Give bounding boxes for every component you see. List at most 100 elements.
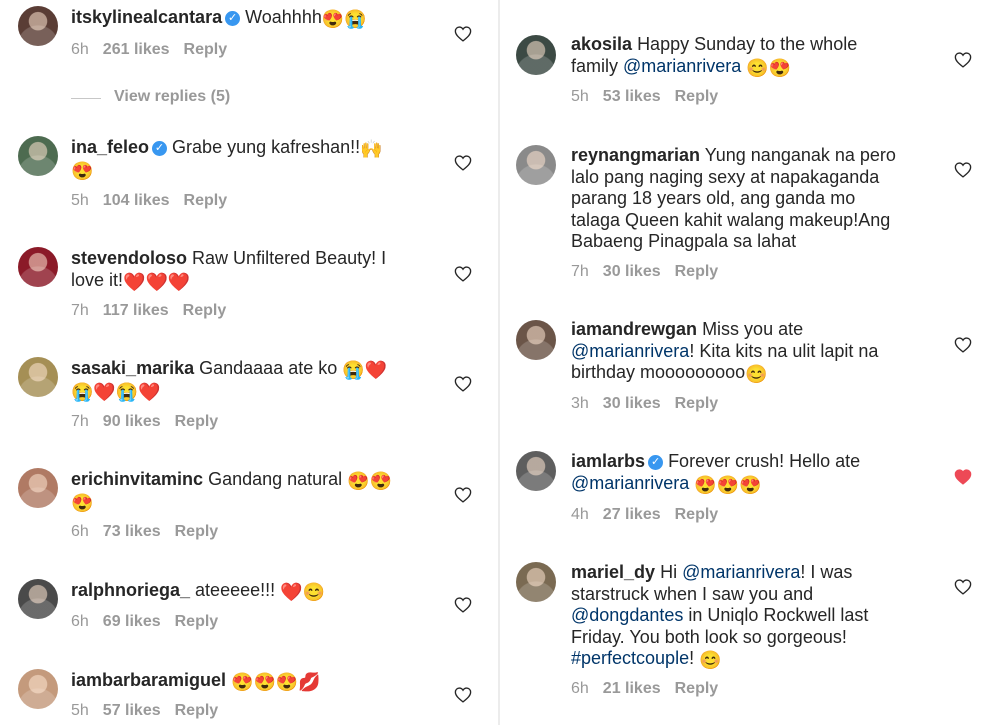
reply-button[interactable]: Reply [175,523,219,540]
heart-icon[interactable] [454,687,472,703]
username-link[interactable]: mariel_dy [571,562,655,582]
mention-link[interactable]: @marianrivera [682,562,800,582]
likes-count[interactable]: 30 likes [603,263,661,280]
comment-text: iamandrewgan Miss you ate @marianrivera! … [571,319,941,384]
heart-icon[interactable] [454,376,472,392]
comment-body: family [571,55,624,76]
reply-button[interactable]: Reply [675,680,719,697]
comment-text: erichinvitaminc Gandang natural 😍😍 😍 [71,469,441,512]
likes-count[interactable]: 57 likes [103,702,161,719]
emoji-icon: 😍 [694,474,717,495]
avatar[interactable] [18,468,58,508]
username-link[interactable]: reynangmarian [571,145,700,165]
mention-link[interactable]: @dongdantes [571,605,683,625]
likes-count[interactable]: 90 likes [103,413,161,430]
timestamp: 6h [71,41,89,58]
comment-meta: 6h 73 likes Reply [71,523,232,541]
comment-meta: 6h 69 likes Reply [71,613,232,631]
heart-icon[interactable] [954,162,972,178]
avatar[interactable] [18,579,58,619]
mention-link[interactable]: @marianrivera [571,473,689,493]
avatar[interactable] [516,145,556,185]
emoji-icon: 😍 [739,474,762,495]
reply-button[interactable]: Reply [184,192,228,209]
emoji-icon: 😍 [768,57,792,78]
emoji-icon: 😍 [253,672,276,692]
heart-icon[interactable] [454,266,472,282]
reply-button[interactable]: Reply [175,413,219,430]
avatar[interactable] [18,247,58,287]
comment-text: reynangmarian Yung nanganak na pero lalo … [571,145,941,253]
verified-badge-icon: ✓ [648,455,664,470]
reply-button[interactable]: Reply [175,613,219,630]
username-link[interactable]: stevendoloso [71,248,187,268]
timestamp: 6h [571,680,589,697]
reply-button[interactable]: Reply [175,702,219,719]
reply-button[interactable]: Reply [675,395,719,412]
reply-button[interactable]: Reply [675,506,719,523]
username-link[interactable]: akosila [571,34,632,54]
likes-count[interactable]: 73 likes [103,523,161,540]
emoji-icon: 😭 [71,381,94,402]
heart-icon[interactable] [954,52,972,68]
username-link[interactable]: ina_feleo [71,137,149,157]
reply-button[interactable]: Reply [184,41,228,58]
heart-icon[interactable] [454,26,472,42]
likes-count[interactable]: 261 likes [103,41,170,58]
mention-link[interactable]: @marianrivera [571,341,689,361]
emoji-icon: ❤️ [138,381,161,402]
likes-count[interactable]: 21 likes [603,680,661,697]
view-replies-button[interactable]: View replies (5) [114,88,230,106]
heart-icon[interactable] [954,337,972,353]
avatar[interactable] [516,35,556,75]
reply-button[interactable]: Reply [183,302,227,319]
heart-icon[interactable] [454,597,472,613]
username-link[interactable]: ralphnoriega_ [71,580,190,600]
username-link[interactable]: iamandrewgan [571,319,697,339]
reply-button[interactable]: Reply [675,88,719,105]
heart-icon[interactable] [954,469,972,485]
likes-count[interactable]: 27 likes [603,506,661,523]
avatar[interactable] [18,136,58,176]
likes-count[interactable]: 104 likes [103,192,170,209]
heart-icon[interactable] [954,579,972,595]
verified-badge-icon: ✓ [225,11,241,26]
timestamp: 7h [571,263,589,280]
avatar[interactable] [516,451,556,491]
comments-column-right: akosila Happy Sunday to the whole family … [500,0,1000,725]
username-link[interactable]: erichinvitaminc [71,469,203,489]
username-link[interactable]: sasaki_marika [71,358,194,378]
emoji-icon: 😊 [746,57,769,78]
heart-icon[interactable] [454,487,472,503]
timestamp: 4h [571,506,589,523]
likes-count[interactable]: 117 likes [103,302,169,319]
emoji-icon: 😭 [115,381,139,402]
username-link[interactable]: iambarbaramiguel [71,670,226,690]
likes-count[interactable]: 69 likes [103,613,161,630]
avatar[interactable] [18,669,58,709]
timestamp: 3h [571,395,589,412]
emoji-icon: 😭 [344,9,367,29]
username-link[interactable]: itskylinealcantara [71,7,222,27]
comment-text: ina_feleo ✓ Grabe yung kafreshan!!🙌 😍 [71,137,441,180]
reply-button[interactable]: Reply [675,263,719,280]
mention-link[interactable]: #perfectcouple [571,648,689,668]
comment-text: iambarbaramiguel 😍😍😍💋 [71,670,441,692]
comment-body: Forever crush! Hello ate [668,451,861,471]
avatar[interactable] [516,562,556,602]
comment-body: ! [689,648,700,668]
avatar[interactable] [18,357,58,397]
timestamp: 5h [571,88,589,105]
likes-count[interactable]: 30 likes [603,395,661,412]
emoji-icon: 😍 [716,474,740,495]
comment-body: ateeeee!!! [195,580,281,600]
comment-text: mariel_dy Hi @marianrivera! I was starstr… [571,562,941,670]
emoji-icon: 😍 [231,672,254,692]
avatar[interactable] [18,6,58,46]
likes-count[interactable]: 53 likes [603,88,661,105]
heart-icon[interactable] [454,155,472,171]
emoji-icon: 🙌 [360,139,383,159]
avatar[interactable] [516,320,556,360]
mention-link[interactable]: @marianrivera [623,56,741,76]
username-link[interactable]: iamlarbs [571,451,645,471]
